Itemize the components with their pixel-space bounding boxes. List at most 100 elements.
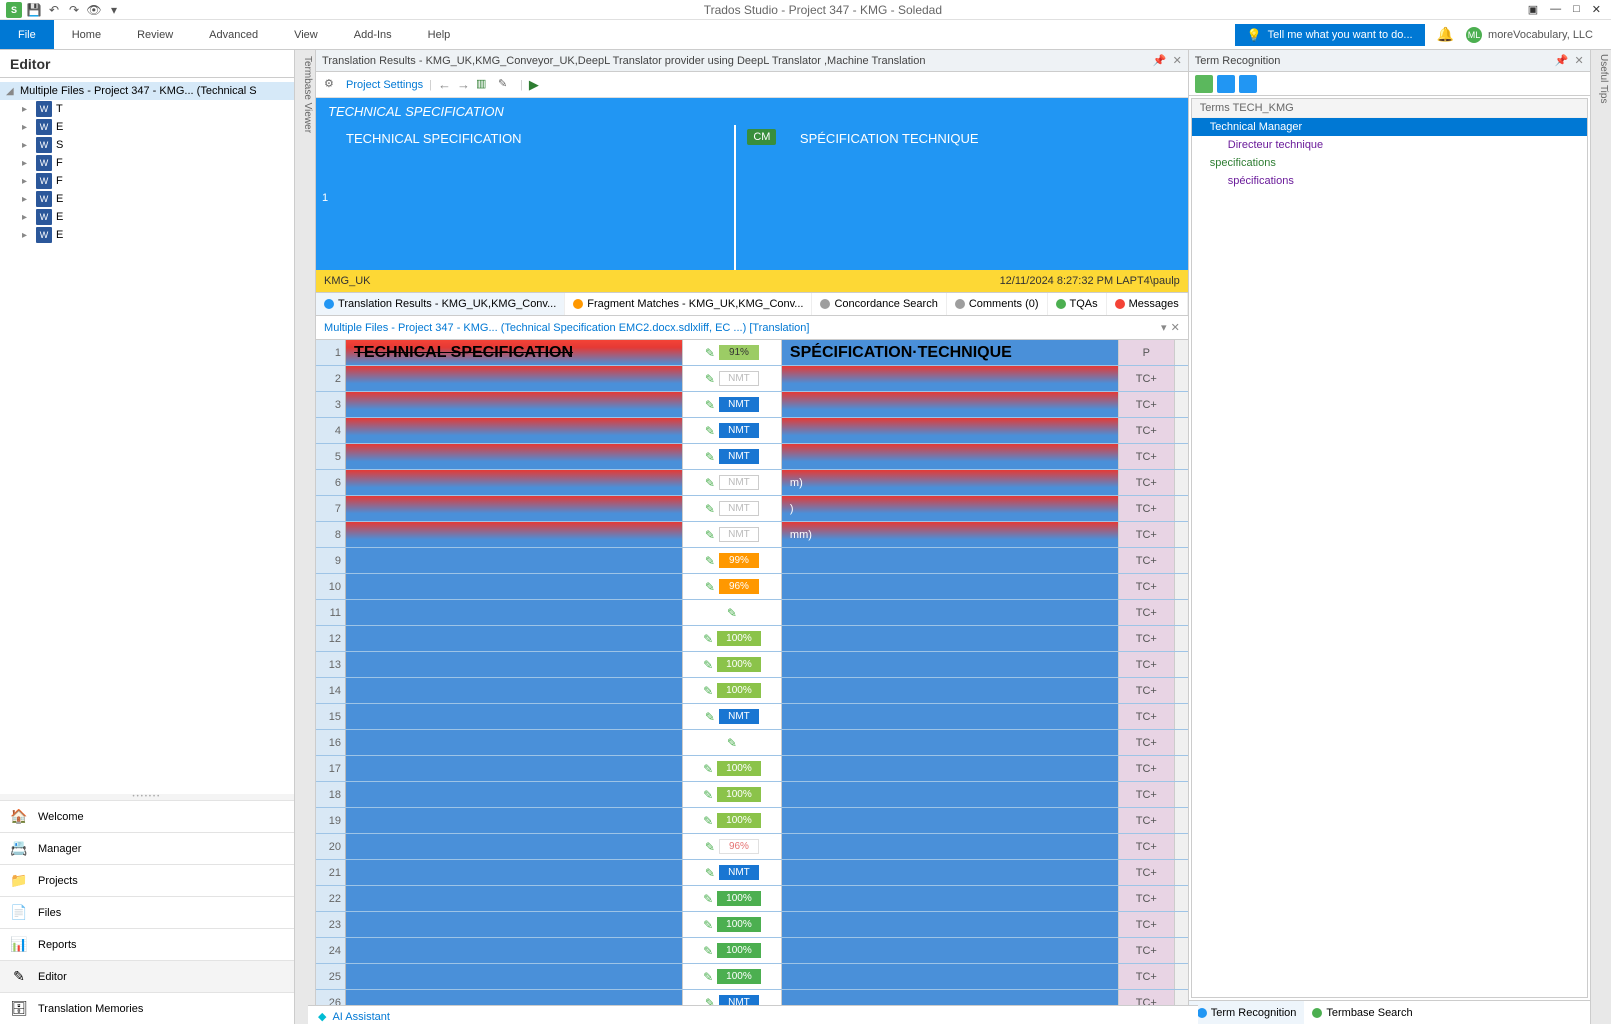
tab-tqas[interactable]: TQAs: [1048, 293, 1107, 315]
maximize-icon[interactable]: □: [1573, 3, 1580, 16]
segment-row[interactable]: 13✎100%TC+: [316, 652, 1188, 678]
segment-status-cell[interactable]: ✎: [682, 730, 782, 755]
tree-file-item[interactable]: ▸WF: [0, 154, 294, 172]
segment-source-cell[interactable]: [346, 860, 682, 885]
grid-scrollbar[interactable]: [1174, 496, 1188, 521]
segment-status-cell[interactable]: ✎96%: [682, 834, 782, 859]
tree-file-item[interactable]: ▸WE: [0, 208, 294, 226]
segment-row[interactable]: 8✎NMTmm)TC+: [316, 522, 1188, 548]
doc-menu-icon[interactable]: ▾: [1161, 321, 1167, 334]
ribbon-tab-file[interactable]: File: [0, 20, 54, 49]
term-target-entry[interactable]: spécifications: [1192, 172, 1587, 190]
segment-row[interactable]: 2✎NMTTC+: [316, 366, 1188, 392]
tree-root[interactable]: ◢ Multiple Files - Project 347 - KMG... …: [0, 82, 294, 100]
ribbon-tab-help[interactable]: Help: [410, 20, 469, 49]
segment-status-cell[interactable]: ✎100%: [682, 912, 782, 937]
nav-files[interactable]: 📄Files: [0, 896, 294, 928]
grid-scrollbar[interactable]: [1174, 626, 1188, 651]
segment-status-cell[interactable]: ✎100%: [682, 808, 782, 833]
pin-icon[interactable]: 📌: [1153, 54, 1167, 67]
segment-source-cell[interactable]: [346, 548, 682, 573]
document-tab[interactable]: Multiple Files - Project 347 - KMG... (T…: [316, 316, 1188, 340]
segment-row[interactable]: 7✎NMT)TC+: [316, 496, 1188, 522]
tree-file-item[interactable]: ▸WE: [0, 226, 294, 244]
segment-target-cell[interactable]: [782, 834, 1118, 859]
tab-fragment-matches[interactable]: Fragment Matches - KMG_UK,KMG_Conv...: [565, 293, 812, 315]
segment-source-cell[interactable]: [346, 678, 682, 703]
segment-status-cell[interactable]: ✎100%: [682, 626, 782, 651]
segment-target-cell[interactable]: [782, 652, 1118, 677]
file-tree[interactable]: ◢ Multiple Files - Project 347 - KMG... …: [0, 78, 294, 794]
segment-row[interactable]: 9✎99%TC+: [316, 548, 1188, 574]
project-settings-link[interactable]: Project Settings: [346, 79, 423, 91]
tab-comments[interactable]: Comments (0): [947, 293, 1048, 315]
segment-status-cell[interactable]: ✎100%: [682, 782, 782, 807]
segment-target-cell[interactable]: [782, 886, 1118, 911]
segment-source-cell[interactable]: [346, 418, 682, 443]
pin-icon[interactable]: 📌: [1555, 54, 1569, 67]
nav-translation-memories[interactable]: 🗄Translation Memories: [0, 992, 294, 1024]
term-view-icon[interactable]: [1195, 75, 1213, 93]
grid-scrollbar[interactable]: [1174, 392, 1188, 417]
segment-target-cell[interactable]: [782, 912, 1118, 937]
panel-close-icon[interactable]: ✕: [1575, 54, 1584, 67]
segment-status-cell[interactable]: ✎NMT: [682, 418, 782, 443]
segment-source-cell[interactable]: [346, 366, 682, 391]
apply-match-icon[interactable]: ▥: [476, 77, 492, 93]
term-source-entry[interactable]: specifications: [1192, 154, 1587, 172]
grid-scrollbar[interactable]: [1174, 834, 1188, 859]
save-icon[interactable]: 💾: [26, 2, 42, 18]
grid-scrollbar[interactable]: [1174, 418, 1188, 443]
segment-row[interactable]: 1TECHNICAL SPECIFICATION✎91%SPÉCIFICATIO…: [316, 340, 1188, 366]
qat-dropdown-icon[interactable]: ▾: [106, 2, 122, 18]
segment-row[interactable]: 14✎100%TC+: [316, 678, 1188, 704]
segment-target-cell[interactable]: SPÉCIFICATION·TECHNIQUE: [782, 340, 1118, 365]
segment-source-cell[interactable]: [346, 834, 682, 859]
nav-projects[interactable]: 📁Projects: [0, 864, 294, 896]
segment-row[interactable]: 17✎100%TC+: [316, 756, 1188, 782]
segment-status-cell[interactable]: ✎99%: [682, 548, 782, 573]
segment-target-cell[interactable]: [782, 574, 1118, 599]
segment-source-cell[interactable]: [346, 574, 682, 599]
segment-target-cell[interactable]: [782, 678, 1118, 703]
segment-target-cell[interactable]: [782, 860, 1118, 885]
segment-status-cell[interactable]: ✎100%: [682, 756, 782, 781]
grid-scrollbar[interactable]: [1174, 470, 1188, 495]
segment-source-cell[interactable]: [346, 938, 682, 963]
segment-target-cell[interactable]: [782, 782, 1118, 807]
grid-scrollbar[interactable]: [1174, 678, 1188, 703]
grid-scrollbar[interactable]: [1174, 782, 1188, 807]
segment-status-cell[interactable]: ✎NMT: [682, 704, 782, 729]
termbase-viewer-tab[interactable]: Termbase Viewer: [295, 50, 316, 1024]
panel-close-icon[interactable]: ✕: [1173, 54, 1182, 67]
tree-file-item[interactable]: ▸WS: [0, 136, 294, 154]
tree-file-item[interactable]: ▸WF: [0, 172, 294, 190]
segment-source-cell[interactable]: [346, 964, 682, 989]
notifications-icon[interactable]: 🔔: [1437, 26, 1454, 43]
segment-source-cell[interactable]: [346, 522, 682, 547]
copy-match-icon[interactable]: ✎: [498, 77, 514, 93]
next-match-icon[interactable]: →: [457, 77, 470, 92]
expand-icon[interactable]: ▸: [22, 104, 32, 115]
expand-icon[interactable]: ▸: [22, 176, 32, 187]
segment-row[interactable]: 18✎100%TC+: [316, 782, 1188, 808]
minimize-icon[interactable]: —: [1550, 3, 1561, 16]
segment-target-cell[interactable]: [782, 704, 1118, 729]
segment-target-cell[interactable]: [782, 600, 1118, 625]
grid-scrollbar[interactable]: [1174, 938, 1188, 963]
tab-concordance[interactable]: Concordance Search: [812, 293, 946, 315]
segment-row[interactable]: 16✎TC+: [316, 730, 1188, 756]
term-settings-icon[interactable]: [1239, 75, 1257, 93]
segment-status-cell[interactable]: ✎96%: [682, 574, 782, 599]
close-icon[interactable]: ✕: [1592, 3, 1601, 16]
segment-source-cell[interactable]: [346, 392, 682, 417]
grid-scrollbar[interactable]: [1174, 808, 1188, 833]
grid-scrollbar[interactable]: [1174, 366, 1188, 391]
confirm-icon[interactable]: ▶: [529, 77, 539, 93]
tree-file-item[interactable]: ▸WE: [0, 190, 294, 208]
editor-grid[interactable]: 1TECHNICAL SPECIFICATION✎91%SPÉCIFICATIO…: [316, 340, 1188, 1024]
ribbon-tab-view[interactable]: View: [276, 20, 336, 49]
segment-status-cell[interactable]: ✎NMT: [682, 496, 782, 521]
expand-icon[interactable]: ▸: [22, 158, 32, 169]
segment-status-cell[interactable]: ✎NMT: [682, 470, 782, 495]
